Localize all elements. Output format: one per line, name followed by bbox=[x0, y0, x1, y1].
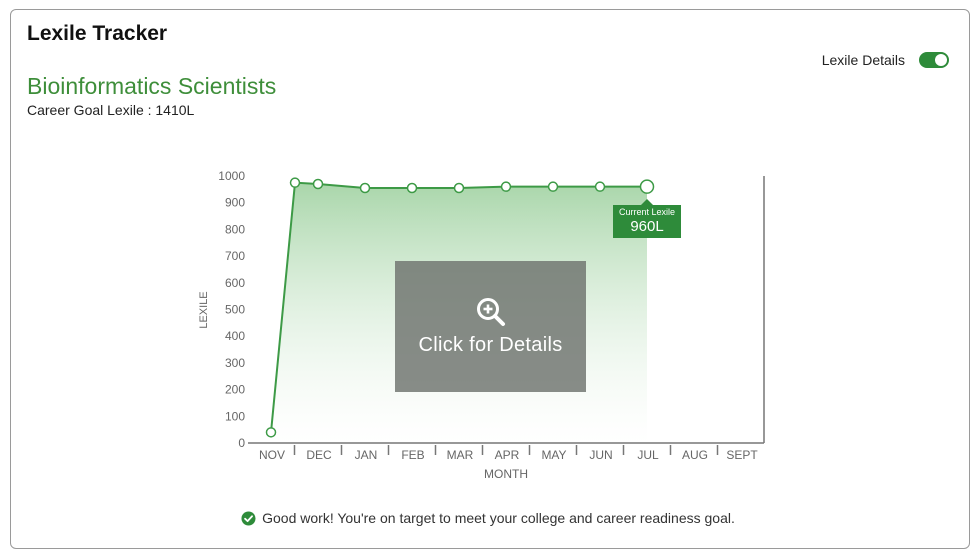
y-tick-label: 400 bbox=[225, 329, 245, 343]
zoom-in-icon bbox=[476, 298, 505, 326]
data-point[interactable] bbox=[500, 181, 512, 192]
y-tick-label: 800 bbox=[225, 222, 245, 236]
x-tick-label: SEPT bbox=[726, 448, 758, 462]
data-point[interactable] bbox=[406, 182, 418, 194]
status-message: Good work! You're on target to meet your… bbox=[0, 510, 976, 526]
data-point[interactable] bbox=[547, 181, 559, 192]
y-axis-label: LEXILE bbox=[198, 291, 210, 328]
x-tick-label: NOV bbox=[259, 448, 285, 462]
y-tick-label: 600 bbox=[225, 276, 245, 290]
y-tick-label: 200 bbox=[225, 383, 245, 397]
x-tick-label: DEC bbox=[306, 448, 332, 462]
check-circle-icon bbox=[241, 510, 256, 526]
y-tick-label: 0 bbox=[238, 436, 245, 450]
data-point[interactable] bbox=[265, 427, 277, 438]
x-tick-label: JUN bbox=[589, 448, 612, 462]
overlay-text: Click for Details bbox=[418, 334, 563, 356]
y-tick-label: 300 bbox=[225, 356, 245, 370]
x-tick-label: JAN bbox=[355, 448, 378, 462]
data-point[interactable] bbox=[594, 181, 606, 192]
data-point[interactable] bbox=[289, 177, 301, 188]
data-point[interactable] bbox=[359, 182, 371, 194]
status-text: Good work! You're on target to meet your… bbox=[262, 510, 735, 526]
x-tick-label: MAR bbox=[447, 448, 474, 462]
current-lexile-point[interactable] bbox=[639, 179, 655, 194]
y-tick-label: 500 bbox=[225, 303, 245, 317]
x-tick-label: APR bbox=[495, 448, 520, 462]
y-tick-label: 100 bbox=[225, 409, 245, 423]
x-tick-label: JUL bbox=[637, 448, 659, 462]
tooltip-value: 960L bbox=[630, 218, 663, 235]
click-for-details-overlay[interactable]: Click for Details bbox=[395, 261, 586, 392]
tooltip-label: Current Lexile bbox=[619, 207, 675, 217]
y-tick-label: 1000 bbox=[218, 169, 245, 183]
x-tick-label: MAY bbox=[541, 448, 566, 462]
x-axis-label: MONTH bbox=[484, 467, 528, 481]
y-tick-label: 900 bbox=[225, 196, 245, 210]
data-point[interactable] bbox=[312, 178, 324, 190]
y-tick-label: 700 bbox=[225, 249, 245, 263]
x-tick-label: AUG bbox=[682, 448, 708, 462]
x-tick-label: FEB bbox=[401, 448, 424, 462]
data-point[interactable] bbox=[453, 182, 465, 194]
